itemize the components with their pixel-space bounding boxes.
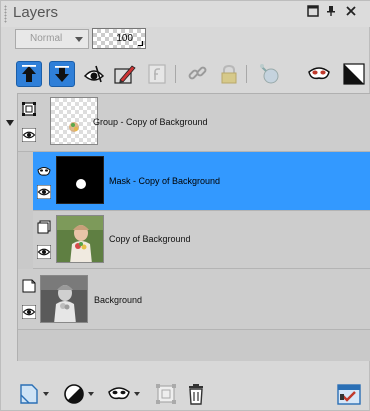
layer-name: Mask - Copy of Background bbox=[109, 176, 221, 186]
grayscale-photo-thumbnail bbox=[41, 276, 87, 322]
resize-corner-icon bbox=[138, 41, 143, 46]
blend-mode-value: Normal bbox=[30, 33, 63, 44]
new-layer-button[interactable] bbox=[18, 383, 49, 405]
adjustment-button[interactable] bbox=[341, 61, 367, 87]
maximize-icon bbox=[307, 5, 319, 17]
pin-icon bbox=[327, 6, 335, 16]
raster-layer-icon bbox=[37, 220, 51, 234]
delete-layer-button[interactable] bbox=[185, 383, 207, 405]
toolbar-separator bbox=[246, 65, 247, 83]
mask-layer-icon bbox=[37, 167, 51, 176]
color-photo-thumbnail bbox=[57, 216, 103, 262]
close-button[interactable] bbox=[343, 5, 359, 21]
eye-icon[interactable] bbox=[22, 305, 36, 319]
layer-effects-button[interactable] bbox=[257, 61, 283, 87]
opacity-value: 100 bbox=[116, 33, 133, 44]
move-layer-up-icon bbox=[22, 65, 36, 82]
lock-transparency-icon bbox=[148, 64, 166, 84]
drag-grip[interactable] bbox=[4, 5, 7, 23]
link-layers-button[interactable] bbox=[185, 61, 211, 87]
toolbar-separator bbox=[175, 65, 176, 83]
eye-icon[interactable] bbox=[37, 185, 51, 199]
move-layer-down-button[interactable] bbox=[49, 61, 75, 87]
new-mask-button[interactable] bbox=[107, 383, 140, 405]
layer-effects-icon bbox=[260, 64, 279, 84]
visibility-toggle-button[interactable] bbox=[81, 61, 107, 87]
layer-row-group[interactable]: Group - Copy of Background bbox=[18, 94, 370, 152]
layer-properties-button[interactable] bbox=[337, 383, 361, 405]
layer-name: Group - Copy of Background bbox=[93, 117, 208, 127]
group-button[interactable] bbox=[155, 383, 177, 405]
lock-layer-button[interactable] bbox=[216, 61, 242, 87]
move-layer-down-icon bbox=[55, 66, 69, 82]
close-icon bbox=[346, 6, 356, 16]
chevron-down-icon bbox=[134, 392, 140, 396]
eye-icon[interactable] bbox=[37, 245, 51, 259]
lock-layer-icon bbox=[221, 64, 237, 84]
group-expander-icon[interactable] bbox=[6, 120, 14, 126]
chevron-down-icon bbox=[43, 392, 49, 396]
mask-thumbnail bbox=[56, 156, 104, 204]
chevron-down-icon bbox=[88, 392, 94, 396]
layer-row-background[interactable]: Background bbox=[18, 269, 370, 330]
layer-row-copy-of-background[interactable]: Copy of Background bbox=[33, 211, 370, 269]
chevron-down-icon bbox=[75, 37, 83, 42]
layer-row-mask[interactable]: Mask - Copy of Background bbox=[33, 152, 370, 211]
new-adjustment-layer-button[interactable] bbox=[63, 383, 94, 405]
mask-button[interactable] bbox=[306, 61, 332, 87]
mask-icon bbox=[308, 67, 330, 80]
move-layer-up-button[interactable] bbox=[16, 61, 42, 87]
eye-icon[interactable] bbox=[22, 128, 36, 142]
layer-name: Background bbox=[94, 295, 143, 305]
layers-list: Group - Copy of Background Mask - Copy o… bbox=[17, 93, 370, 361]
new-mask-icon bbox=[108, 387, 130, 400]
background-layer-icon bbox=[22, 279, 36, 293]
bottom-toolbar bbox=[1, 377, 370, 411]
new-adjustment-layer-icon bbox=[64, 384, 84, 404]
blend-mode-select[interactable]: Normal bbox=[15, 29, 89, 49]
group-icon bbox=[156, 384, 176, 404]
layer-name: Copy of Background bbox=[109, 234, 191, 244]
new-layer-icon bbox=[20, 384, 38, 404]
layers-panel: Layers Normal 100 Group - Copy of Backgr… bbox=[0, 0, 370, 411]
lock-transparency-button[interactable] bbox=[144, 61, 170, 87]
title-bar: Layers bbox=[1, 1, 370, 27]
pin-button[interactable] bbox=[323, 5, 339, 21]
visibility-toggle-icon bbox=[83, 65, 105, 83]
group-thumbnail-image bbox=[69, 122, 79, 132]
link-layers-icon bbox=[188, 66, 207, 80]
opacity-field[interactable]: 100 bbox=[92, 28, 146, 49]
delete-icon bbox=[189, 384, 203, 405]
adjustment-icon bbox=[343, 63, 365, 85]
mask-thumbnail-image bbox=[76, 179, 86, 189]
layer-properties-icon bbox=[337, 384, 361, 405]
layer-thumbnail bbox=[56, 215, 104, 263]
layer-thumbnail bbox=[50, 97, 98, 145]
group-layer-icon bbox=[22, 102, 36, 116]
panel-title: Layers bbox=[13, 4, 59, 21]
edit-layer-icon bbox=[114, 65, 136, 84]
layer-toolbar bbox=[1, 57, 370, 91]
edit-layer-button[interactable] bbox=[111, 61, 137, 87]
layer-thumbnail bbox=[40, 275, 88, 323]
maximize-button[interactable] bbox=[305, 5, 321, 21]
